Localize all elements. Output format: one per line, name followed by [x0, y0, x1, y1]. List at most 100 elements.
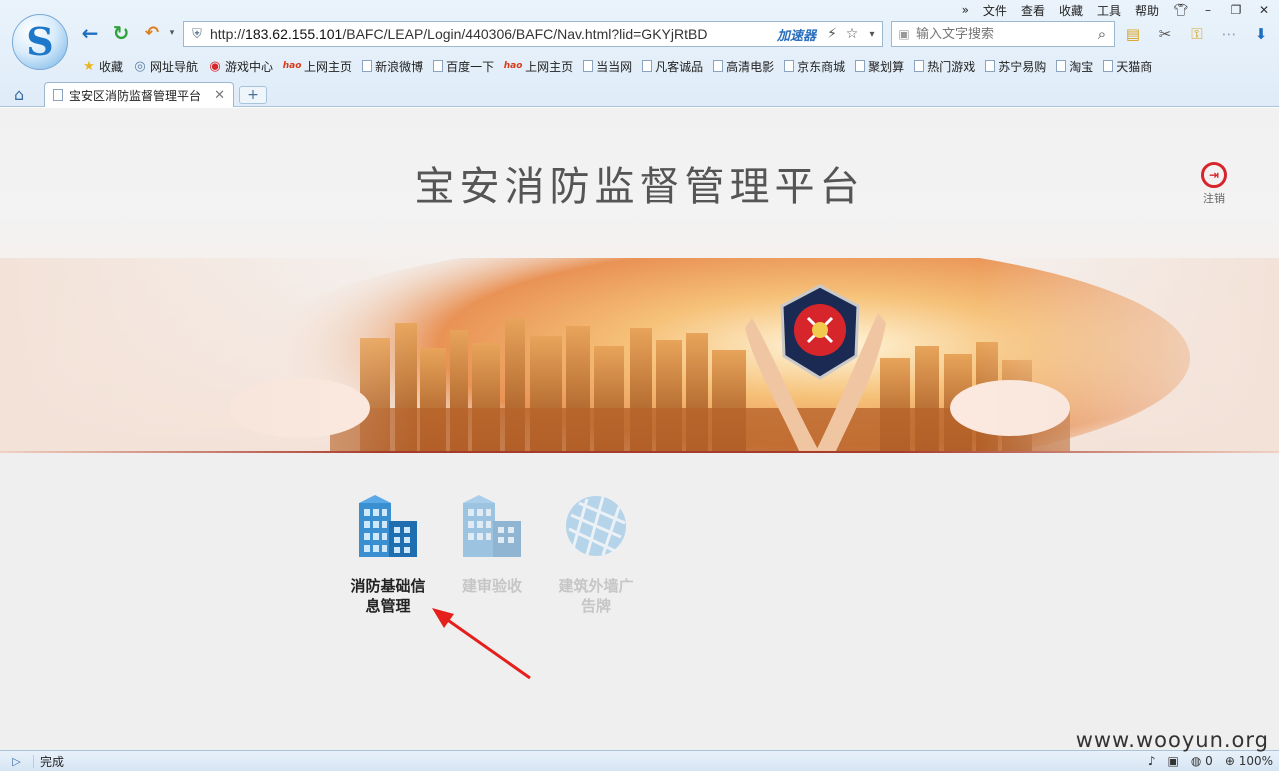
search-icon[interactable]: ⌕ [1090, 25, 1114, 43]
browser-chrome: » 文件 查看 收藏 工具 帮助 👕︎ – ❐ ✕ S ← ↻ ↶ ▾ ⛨ ht… [0, 0, 1279, 107]
back-button[interactable]: ← [78, 21, 102, 45]
screenshot-scissors-icon[interactable]: ✂ [1154, 23, 1176, 45]
page-content: 宝安消防监督管理平台 ⇥ 注销 消防基础信 息管理 建审验收 建筑外墙广 告牌 [0, 108, 1279, 750]
toolbox-icon[interactable]: ▣ [1168, 754, 1179, 768]
volume-icon[interactable]: ♪ [1148, 754, 1156, 768]
favorites-bar: ★ 收藏 ◎ 网址导航 ◉ 游戏中心 hao 上网主页 新浪微博 百度一下 hao 上网主… [78, 56, 1158, 76]
menu-help[interactable]: 帮助 [1135, 2, 1159, 19]
search-engine-icon[interactable]: ▣ [892, 27, 916, 41]
address-bar[interactable]: ⛨ http://183.62.155.101/BAFC/LEAP/Login/… [183, 21, 883, 47]
skin-icon[interactable]: 👕︎ [1173, 3, 1188, 17]
tab-active[interactable]: 宝安区消防监督管理平台 ✕ [44, 82, 234, 107]
browser-logo[interactable]: S [12, 14, 68, 70]
menu-favorites[interactable]: 收藏 [1059, 2, 1083, 19]
home-icon[interactable]: ⌂ [14, 85, 24, 104]
logout-icon[interactable]: ⇥ [1201, 162, 1227, 188]
page-icon [53, 89, 63, 101]
search-box[interactable]: ▣ ⌕ [891, 21, 1115, 47]
app-grid: 消防基础信 息管理 建审验收 建筑外墙广 告牌 [0, 493, 1279, 643]
fav-item-hao-2[interactable]: hao 上网主页 [500, 58, 579, 75]
fav-item-baidu[interactable]: 百度一下 [429, 58, 500, 75]
app-label: 建审验收 [461, 577, 522, 595]
logout-button[interactable]: ⇥ 注销 [1198, 162, 1230, 206]
url-text[interactable]: http://183.62.155.101/BAFC/LEAP/Login/44… [210, 26, 777, 42]
watermark: www.wooyun.org [1075, 728, 1269, 752]
fav-item-vancl[interactable]: 凡客诚品 [638, 58, 709, 75]
page-icon [433, 60, 444, 72]
fav-item-favorites[interactable]: ★ 收藏 [78, 58, 129, 75]
page-icon [914, 60, 925, 72]
fav-item-dangdang[interactable]: 当当网 [579, 58, 638, 75]
hao-icon: hao [282, 61, 302, 71]
bookmark-star-icon[interactable]: ☆ [842, 26, 862, 42]
security-shield-icon: ⛨ [192, 26, 202, 42]
page-icon [784, 60, 795, 72]
fav-item-jd[interactable]: 京东商城 [780, 58, 851, 75]
game-icon: ◉ [209, 58, 221, 74]
key-icon[interactable]: ⚿ [1186, 23, 1208, 45]
fav-item-games[interactable]: ◉ 游戏中心 [204, 58, 279, 75]
tab-row: ⌂ 宝安区消防监督管理平台 ✕ + [0, 81, 1279, 107]
close-window-button[interactable]: ✕ [1257, 3, 1271, 17]
fav-item-taobao[interactable]: 淘宝 [1052, 58, 1099, 75]
app-facade-billboard: 建筑外墙广 告牌 [541, 493, 651, 616]
page-icon [985, 60, 996, 72]
status-bar: ▷ 完成 ♪ ▣ ◍ 0 ⊕ 100% [0, 750, 1279, 771]
status-text: 完成 [40, 754, 65, 769]
menu-file[interactable]: 文件 [983, 2, 1007, 19]
fav-item-suning[interactable]: 苏宁易购 [981, 58, 1052, 75]
building-icon [359, 495, 417, 557]
globe-icon [566, 496, 626, 556]
zoom-control[interactable]: ⊕ 100% [1225, 754, 1273, 768]
new-tab-button[interactable]: + [239, 86, 267, 104]
menu-more-button[interactable]: » [962, 3, 969, 17]
menu-bar: » 文件 查看 收藏 工具 帮助 👕︎ – ❐ ✕ [962, 2, 1271, 18]
search-input[interactable] [916, 26, 1090, 42]
fav-item-tmall[interactable]: 天猫商 [1099, 58, 1158, 75]
download-icon[interactable]: ⬇ [1250, 23, 1272, 45]
restore-button[interactable]: ❐ [1229, 3, 1243, 17]
sidebar-toggle-icon[interactable]: ▷ [0, 754, 34, 768]
page-icon [1056, 60, 1067, 72]
menu-view[interactable]: 查看 [1021, 2, 1045, 19]
banner-fade-left [0, 258, 420, 453]
page-title: 宝安消防监督管理平台 [414, 164, 865, 210]
address-dropdown-icon[interactable]: ▾ [862, 29, 882, 40]
menu-tools[interactable]: 工具 [1097, 2, 1121, 19]
page-icon [642, 60, 653, 72]
page-icon [713, 60, 724, 72]
page-icon [362, 60, 373, 72]
hao-icon: hao [503, 61, 523, 71]
app-fire-basic-info[interactable]: 消防基础信 息管理 [333, 493, 443, 616]
globe-icon: ◎ [134, 58, 146, 74]
toolbar-icons: ▤ ✂ ⚿ ⋯ ⬇ [1122, 23, 1272, 45]
minimize-button[interactable]: – [1201, 3, 1215, 17]
banner-image [0, 258, 1279, 453]
undo-dropdown-icon[interactable]: ▾ [160, 22, 184, 44]
app-label: 建筑外墙广 告牌 [558, 577, 634, 615]
banner-divider [0, 451, 1279, 453]
banner-fade-right [979, 258, 1279, 453]
fav-item-hot-games[interactable]: 热门游戏 [910, 58, 981, 75]
fav-item-movies[interactable]: 高清电影 [709, 58, 780, 75]
fav-item-hao-1[interactable]: hao 上网主页 [279, 58, 358, 75]
sogou-logo-icon: S [26, 19, 54, 64]
annotation-arrow-icon [432, 608, 531, 680]
close-tab-icon[interactable]: ✕ [214, 88, 225, 103]
fav-item-juhuasuan[interactable]: 聚划算 [851, 58, 910, 75]
lightning-icon[interactable]: ⚡︎ [822, 26, 842, 42]
tab-title: 宝安区消防监督管理平台 [69, 88, 202, 103]
page-icon [1103, 60, 1114, 72]
fav-item-nav[interactable]: ◎ 网址导航 [129, 58, 204, 75]
accelerator-button[interactable]: 加速器 [777, 25, 816, 44]
adblock-icon[interactable]: ◍ 0 [1191, 754, 1213, 768]
refresh-button[interactable]: ↻ [109, 21, 133, 45]
logout-label[interactable]: 注销 [1198, 190, 1230, 206]
more-icon[interactable]: ⋯ [1218, 23, 1240, 45]
building-icon [463, 495, 521, 557]
fav-item-weibo[interactable]: 新浪微博 [358, 58, 429, 75]
header-area: 宝安消防监督管理平台 ⇥ 注销 [0, 108, 1279, 453]
star-icon: ★ [83, 58, 95, 74]
page-icon [583, 60, 594, 72]
sidebar-icon[interactable]: ▤ [1122, 23, 1144, 45]
